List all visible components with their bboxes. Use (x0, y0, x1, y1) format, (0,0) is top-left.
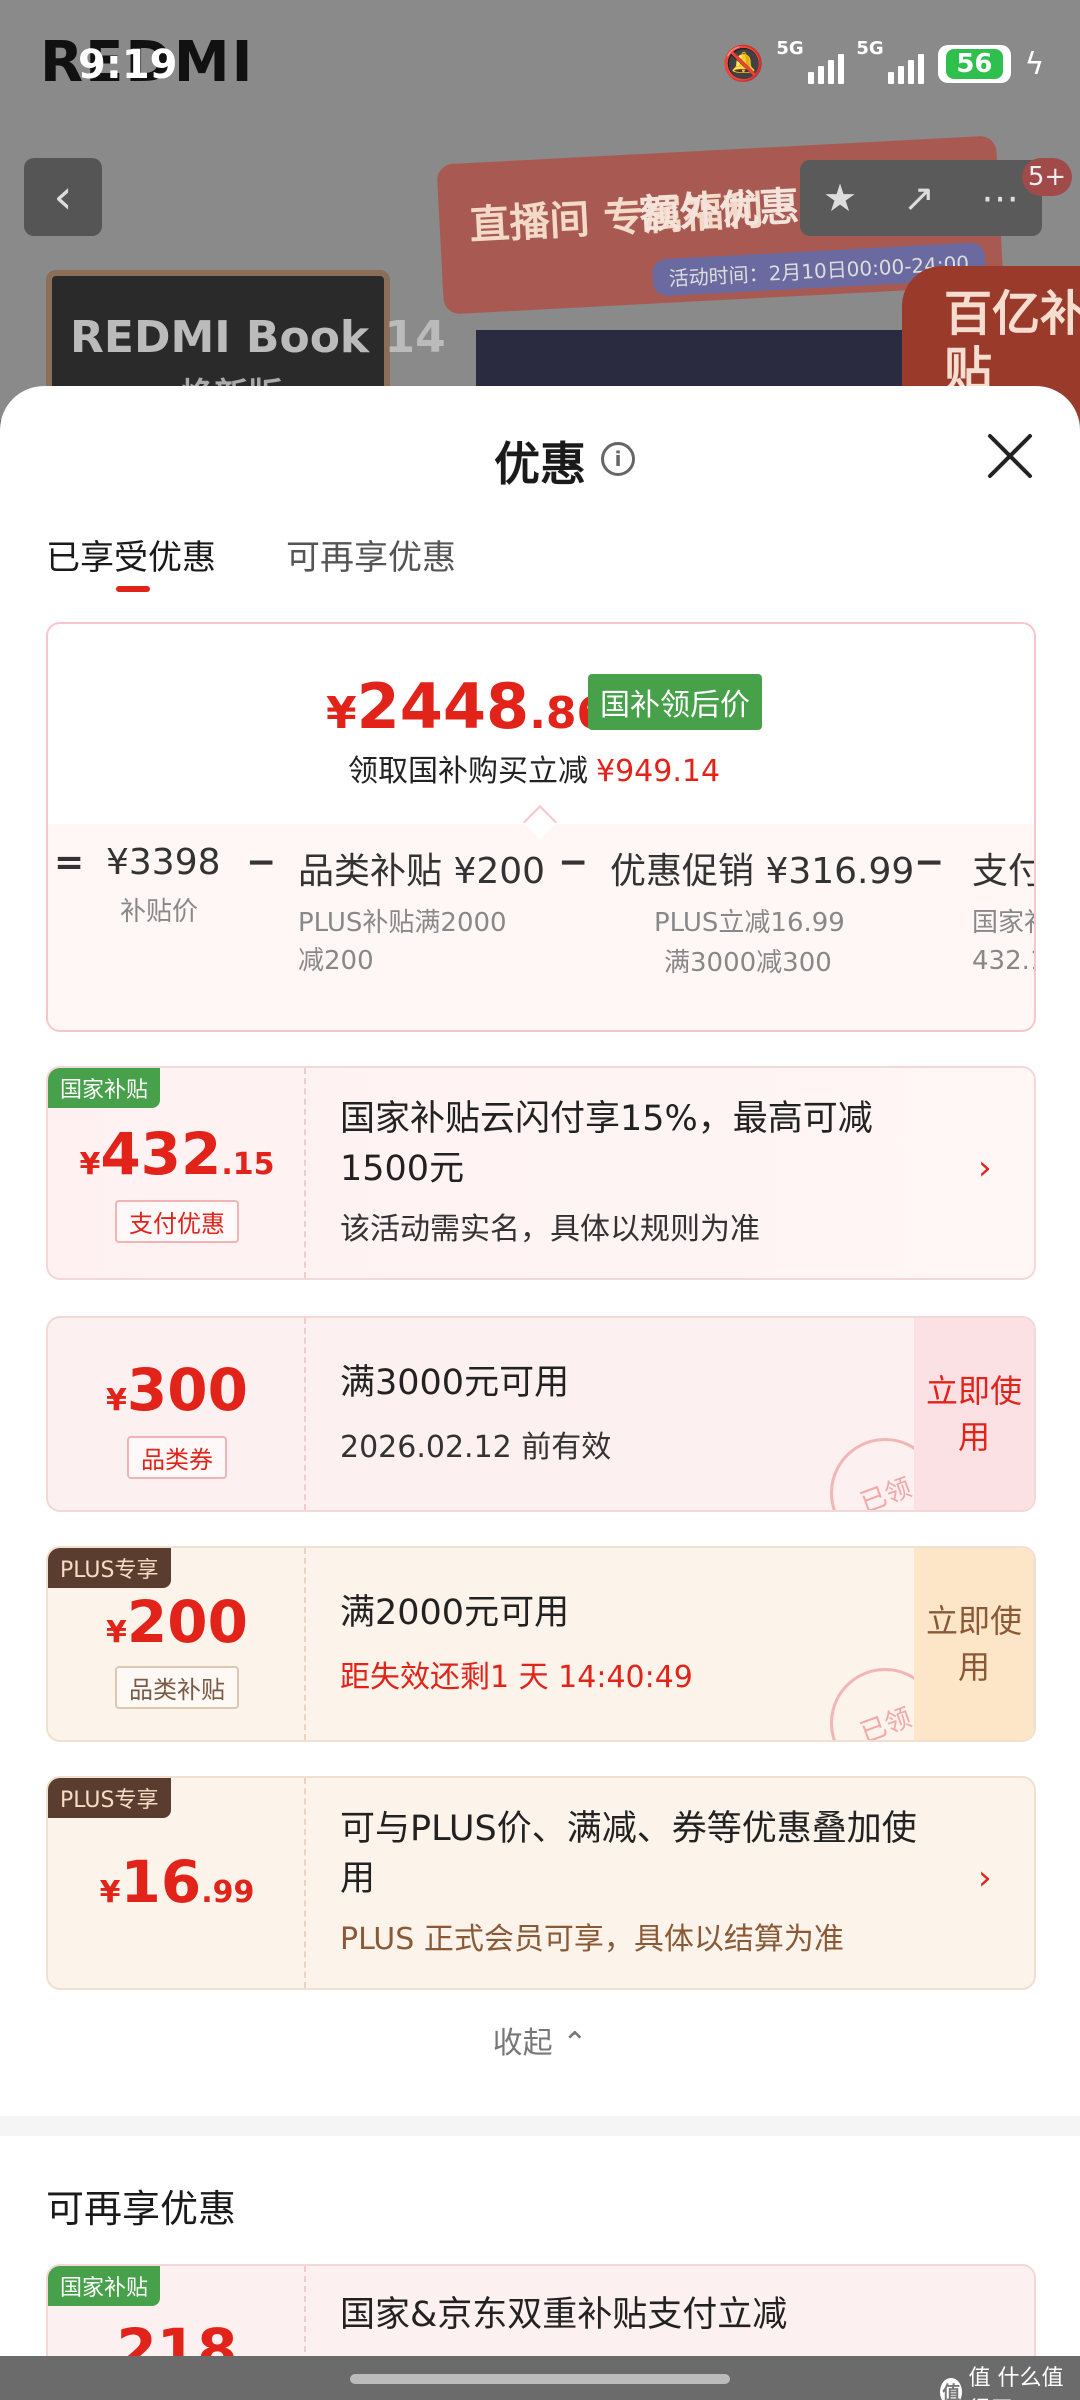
mute-icon: 🔕 (722, 44, 765, 84)
coupon-title: 满3000元可用 (340, 1363, 570, 1403)
battery-level: 56 (946, 49, 1003, 79)
breakdown-item: ¥3398 补贴价 (106, 842, 221, 927)
notification-badge: 5+ (1022, 158, 1072, 196)
tab-indicator (116, 586, 150, 592)
tab-bar: 已享受优惠 可再享优惠 (46, 530, 456, 579)
network-label: 5G (776, 38, 804, 59)
tab-more-available[interactable]: 可再享优惠 (286, 530, 456, 579)
chevron-right-icon: › (978, 1858, 992, 1898)
coupon-countdown: 距失效还剩1 天 14:40:49 (340, 1660, 693, 1695)
signal-icon: 5G (776, 38, 845, 84)
saving-line: 领取国补购买立减 ¥949.14 (348, 754, 721, 789)
watermark-logo-icon: 值 (940, 2378, 963, 2400)
coupon-corner-tag: 国家补贴 (48, 2266, 161, 2306)
coupon-amount: ¥300 (106, 1356, 248, 1424)
signal-icon-2: 5G (856, 38, 925, 84)
info-icon[interactable]: i (601, 442, 635, 476)
minus-sign: − (914, 842, 945, 883)
coupon-amount: ¥200 (106, 1588, 248, 1656)
minus-sign: − (558, 842, 589, 883)
coupon-title: 国家&京东双重补贴支付立减 (340, 2295, 788, 2335)
section-divider (0, 2116, 1080, 2136)
product-name: REDMI Book 14 (70, 312, 446, 363)
coupon-left: 国家补贴 ¥432.15 支付优惠 (48, 1068, 306, 1278)
coupon-title: 国家补贴云闪付享15%，最高可减1500元 (340, 1099, 873, 1189)
chevron-right-icon: › (978, 1148, 992, 1188)
top-actions: ★ ↗ ⋯ (800, 160, 1042, 236)
status-icons: 🔕 5G 5G 56 ϟ (722, 38, 1045, 84)
close-icon[interactable] (980, 426, 1040, 486)
charging-icon: ϟ (1024, 46, 1045, 82)
coupon-corner-tag: PLUS专享 (48, 1548, 171, 1588)
coupon-type: 品类补贴 (48, 1666, 306, 1709)
price-tag: 国补领后价 (588, 674, 762, 730)
more-section-title: 可再享优惠 (46, 2187, 237, 2231)
summary-notch (523, 805, 557, 839)
breakdown-item: 品类补贴 ¥200 PLUS补贴满2000 减200 (298, 851, 546, 976)
coupon-card: PLUS专享 ¥200 品类补贴 满2000元可用 距失效还剩1 天 14:40… (46, 1546, 1036, 1742)
coupon-type: 支付优惠 (48, 1200, 306, 1243)
coupon-corner-tag: 国家补贴 (48, 1068, 161, 1108)
star-icon[interactable]: ★ (823, 176, 857, 220)
back-button[interactable]: ‹ (24, 158, 102, 236)
more-icon[interactable]: ⋯ (981, 176, 1019, 220)
coupon-subtitle: 2026.02.12 前有效 (340, 1430, 612, 1465)
price-summary-card: ¥2448.86 国补领后价 领取国补购买立减 ¥949.14 = ¥3398 补… (46, 622, 1036, 1032)
breakdown-item: 优惠促销 ¥316.99 PLUS立减16.99 满3000减300 (610, 851, 915, 978)
battery-icon: 56 (938, 45, 1011, 83)
coupon-subtitle: 该活动需实名，具体以规则为准 (340, 1212, 760, 1247)
network-label-2: 5G (856, 38, 884, 59)
watermark: 值值 什么值得买 (940, 2360, 1080, 2400)
coupon-corner-tag: PLUS专享 (48, 1778, 171, 1818)
status-time: 9:19 (78, 42, 178, 88)
discount-sheet: 优惠 i 已享受优惠 可再享优惠 ¥2448.86 国补领后价 领取国补购买立减… (0, 386, 1080, 2400)
coupon-left: ¥300 品类券 (48, 1318, 306, 1510)
breakdown-item: 支付 国家补 432.1 (972, 851, 1034, 976)
status-bar: 9:19 🔕 5G 5G 56 ϟ (0, 0, 1080, 130)
coupon-card: ¥300 品类券 满3000元可用 2026.02.12 前有效 已领 立即使用 (46, 1316, 1036, 1512)
coupon-title: 满2000元可用 (340, 1593, 570, 1633)
chevron-left-icon: ‹ (53, 169, 73, 225)
equals-sign: = (54, 842, 85, 883)
coupon-card[interactable]: PLUS专享 ¥16.99 可与PLUS价、满减、券等优惠叠加使用 PLUS 正… (46, 1776, 1036, 1990)
home-indicator[interactable] (350, 2374, 730, 2384)
coupon-card[interactable]: 国家补贴 ¥432.15 支付优惠 国家补贴云闪付享15%，最高可减1500元 … (46, 1066, 1036, 1280)
coupon-amount: ¥16.99 (99, 1848, 255, 1916)
coupon-title: 可与PLUS价、满减、券等优惠叠加使用 (340, 1809, 917, 1899)
tab-enjoyed[interactable]: 已享受优惠 (46, 530, 216, 579)
use-now-button[interactable]: 立即使用 (914, 1548, 1034, 1740)
use-now-button[interactable]: 立即使用 (914, 1318, 1034, 1510)
coupon-left: PLUS专享 ¥16.99 (48, 1778, 306, 1988)
sheet-title: 优惠 (494, 437, 586, 491)
coupon-left: PLUS专享 ¥200 品类补贴 (48, 1548, 306, 1740)
coupon-subtitle: PLUS 正式会员可享，具体以结算为准 (340, 1922, 844, 1957)
final-price: ¥2448.86 (326, 670, 608, 743)
collapse-button[interactable]: 收起 ⌃ (0, 2018, 1080, 2062)
coupon-type: 品类券 (48, 1436, 306, 1479)
chevron-up-icon: ⌃ (562, 2026, 588, 2061)
minus-sign: − (246, 842, 277, 883)
share-icon[interactable]: ↗ (903, 176, 935, 220)
price-breakdown: = ¥3398 补贴价 − 品类补贴 ¥200 PLUS补贴满2000 减200… (48, 842, 1034, 1022)
coupon-amount: ¥432.15 (79, 1120, 275, 1188)
